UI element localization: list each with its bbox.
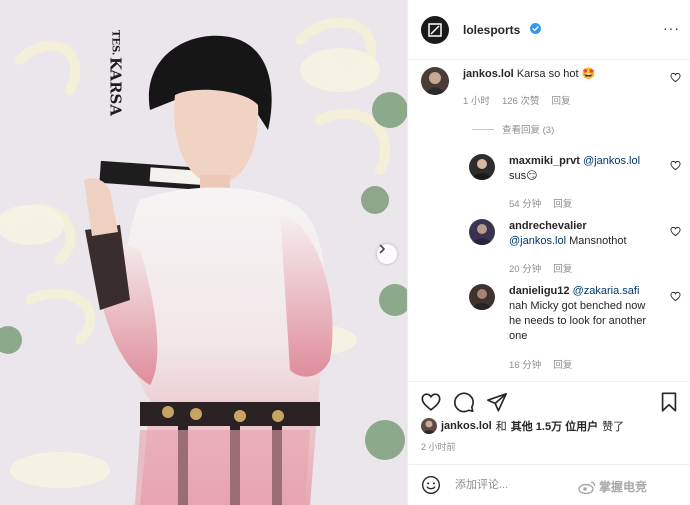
reply-button[interactable]: 回复 <box>553 261 572 275</box>
carousel-next-button[interactable] <box>377 244 397 264</box>
post-photo: TES. KARSA <box>0 0 407 505</box>
commenter-avatar[interactable] <box>469 219 495 245</box>
account-name[interactable]: lolesports <box>463 23 520 37</box>
reply-button[interactable]: 回复 <box>553 196 572 210</box>
comment-mention[interactable]: @zakaria.safi <box>573 285 640 297</box>
comment-body: maxmiki_prvt @jankos.lol sus😏 <box>509 154 659 184</box>
view-replies-button[interactable]: 查看回复 (3) <box>472 122 554 136</box>
comment-meta: 16 分钟 回复 <box>509 357 572 371</box>
comment-time: 20 分钟 <box>509 264 542 275</box>
share-paper-plane-icon[interactable] <box>486 391 508 413</box>
post-timestamp[interactable]: 2 小时前 <box>421 440 456 453</box>
comment-time: 54 分钟 <box>509 199 542 210</box>
post-header: lolesports ··· <box>408 0 690 60</box>
comment-mention[interactable]: @jankos.lol <box>509 235 566 247</box>
comment-username[interactable]: jankos.lol <box>463 68 514 80</box>
comment-time: 1 小时 <box>463 96 490 107</box>
like-comment-heart-icon[interactable] <box>670 291 681 302</box>
commenter-avatar[interactable] <box>421 67 449 95</box>
comment-meta: 54 分钟 回复 <box>509 196 572 210</box>
like-heart-icon[interactable] <box>420 391 442 413</box>
player-name-vertical: TES. KARSA <box>104 30 126 116</box>
view-replies-label: 查看回复 (3) <box>502 125 555 136</box>
watermark: 掌握电竞 <box>578 478 647 495</box>
comment-text: sus😏 <box>509 170 538 182</box>
post-sidebar: lolesports ··· jankos.lol Karsa so hot 🤩 <box>407 0 690 505</box>
photo-illustration <box>0 0 407 505</box>
comment-body: andrechevalier @jankos.lol Mansnothot <box>509 219 659 249</box>
divider <box>472 128 494 130</box>
reply-button[interactable]: 回复 <box>551 93 570 107</box>
account-avatar[interactable] <box>421 16 449 44</box>
likes-joiner: 和 <box>495 421 507 433</box>
verified-badge-icon <box>530 23 541 34</box>
likes-summary: jankos.lol 和 其他 1.5万 位用户 赞了 <box>421 418 624 434</box>
player-tag: KARSA <box>106 57 125 117</box>
reply-button[interactable]: 回复 <box>553 357 572 371</box>
comment-body: jankos.lol Karsa so hot 🤩 <box>463 67 663 82</box>
comment-meta: 20 分钟 回复 <box>509 261 572 275</box>
like-comment-heart-icon[interactable] <box>670 72 681 83</box>
emoji-icon[interactable] <box>421 475 441 495</box>
comment-like-count[interactable]: 126 次赞 <box>502 93 540 107</box>
comment-time: 16 分钟 <box>509 360 542 371</box>
comment-mention[interactable]: @jankos.lol <box>583 155 640 167</box>
comment-composer: 掌握电竞 <box>408 464 690 505</box>
post-actions-bar <box>408 381 690 419</box>
lolesports-logo-icon <box>428 23 442 37</box>
comment-body: danieligu12 @zakaria.safi nah Micky got … <box>509 284 659 344</box>
comment-text: Karsa so hot 🤩 <box>516 68 596 80</box>
commenter-avatar[interactable] <box>469 284 495 310</box>
like-comment-heart-icon[interactable] <box>670 160 681 171</box>
comment-username[interactable]: danieligu12 <box>509 285 570 297</box>
comment-text: nah Micky got benched now he needs to lo… <box>509 300 646 342</box>
more-options-button[interactable]: ··· <box>663 20 680 36</box>
comment-bubble-icon[interactable] <box>453 391 475 413</box>
weibo-logo-icon <box>578 480 596 494</box>
watermark-text: 掌握电竞 <box>599 480 648 494</box>
commenter-avatar[interactable] <box>469 154 495 180</box>
liker-username[interactable]: jankos.lol <box>441 420 492 432</box>
bookmark-icon[interactable] <box>658 391 680 413</box>
likes-suffix: 赞了 <box>602 421 625 433</box>
post-viewer: TES. KARSA lolesports ··· jankos.lol Kar… <box>0 0 690 505</box>
comment-username[interactable]: maxmiki_prvt <box>509 155 580 167</box>
like-comment-heart-icon[interactable] <box>670 226 681 237</box>
chevron-right-icon <box>379 244 385 254</box>
comment-text: Mansnothot <box>569 235 627 247</box>
likes-others-count[interactable]: 其他 1.5万 位用户 <box>511 418 598 434</box>
liker-avatar[interactable] <box>421 418 437 434</box>
comment-meta: 1 小时 126 次赞 回复 <box>463 93 570 107</box>
team-tag: TES. <box>109 30 121 56</box>
comment-username[interactable]: andrechevalier <box>509 220 587 232</box>
comments-list: jankos.lol Karsa so hot 🤩 1 小时 126 次赞 回复… <box>408 60 690 380</box>
